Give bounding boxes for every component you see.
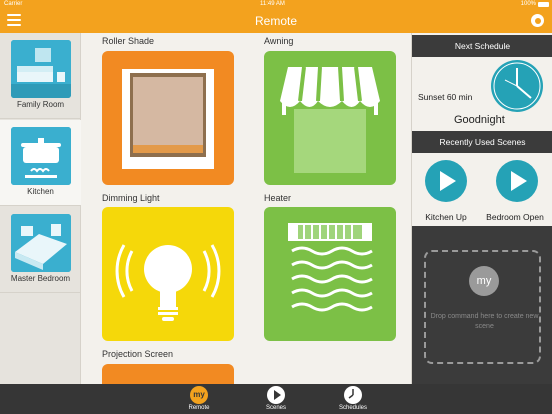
room-item-kitchen[interactable]: Kitchen [0, 120, 81, 206]
room-label: Master Bedroom [10, 274, 71, 283]
tab-scenes[interactable]: Scenes [246, 386, 306, 411]
projection-screen-tile[interactable] [102, 364, 234, 384]
device-label: Roller Shade [102, 36, 155, 46]
play-icon [267, 386, 285, 404]
device-label: Dimming Light [102, 193, 160, 203]
clock-tab-icon [344, 386, 362, 404]
my-tab-icon: my [190, 386, 208, 404]
battery-text: 100% [520, 1, 536, 7]
my-badge: my [469, 266, 499, 296]
scene-drop-area: my Drop command here to create new scene [412, 226, 552, 384]
kitchen-image [11, 127, 71, 185]
scene-label: Bedroom Open [486, 212, 544, 222]
battery-icon [538, 2, 549, 7]
schedule-scene: Goodnight [454, 114, 505, 126]
next-schedule-header: Next Schedule [412, 35, 552, 57]
status-bar: Carrier 11:49 AM 100% [0, 0, 552, 9]
play-bedroom-open-button[interactable] [496, 160, 538, 202]
tab-bar: my Remote Scenes Schedules [0, 384, 552, 414]
carrier-text: Carrier [4, 1, 23, 7]
room-label: Kitchen [27, 187, 54, 196]
roller-shade-icon [122, 69, 214, 169]
scene-label: Kitchen Up [425, 212, 467, 222]
device-label: Projection Screen [102, 349, 174, 359]
awning-tile[interactable] [264, 51, 396, 185]
page-title: Remote [254, 14, 298, 28]
roller-shade-tile[interactable] [102, 51, 234, 185]
play-kitchen-up-button[interactable] [425, 160, 467, 202]
device-label: Heater [264, 193, 292, 203]
drop-hint: Drop command here to create new scene [430, 313, 539, 330]
tab-label: Schedules [338, 405, 368, 411]
tab-schedules[interactable]: Schedules [323, 386, 383, 411]
tab-label: Remote [188, 405, 210, 411]
heater-icon [288, 223, 373, 312]
room-item-master-bedroom[interactable]: Master Bedroom [0, 207, 81, 293]
heater-tile[interactable] [264, 207, 396, 341]
drop-target[interactable]: my Drop command here to create new scene [424, 250, 541, 364]
device-label: Awning [264, 36, 294, 46]
schedule-event: Sunset 60 min [418, 92, 473, 102]
nav-bar: Remote [0, 9, 552, 33]
tab-label: Scenes [265, 405, 286, 411]
clock-text: 11:49 AM [260, 1, 285, 7]
record-icon[interactable] [531, 14, 544, 27]
family-room-image [11, 40, 71, 98]
light-bulb-icon [115, 244, 221, 321]
room-label: Family Room [16, 100, 65, 109]
bedroom-image [11, 214, 71, 272]
room-item-family-room[interactable]: Family Room [0, 33, 81, 119]
recent-scenes-header: Recently Used Scenes [412, 131, 552, 153]
right-panel: Next Schedule Sunset 60 min Goodnight Re… [411, 33, 552, 384]
dimming-light-tile[interactable] [102, 207, 234, 341]
tab-remote[interactable]: my Remote [169, 386, 229, 411]
room-sidebar: Family Room Kitchen Master Bedroom [0, 33, 81, 384]
awning-icon [280, 66, 380, 173]
clock-icon [491, 60, 543, 112]
